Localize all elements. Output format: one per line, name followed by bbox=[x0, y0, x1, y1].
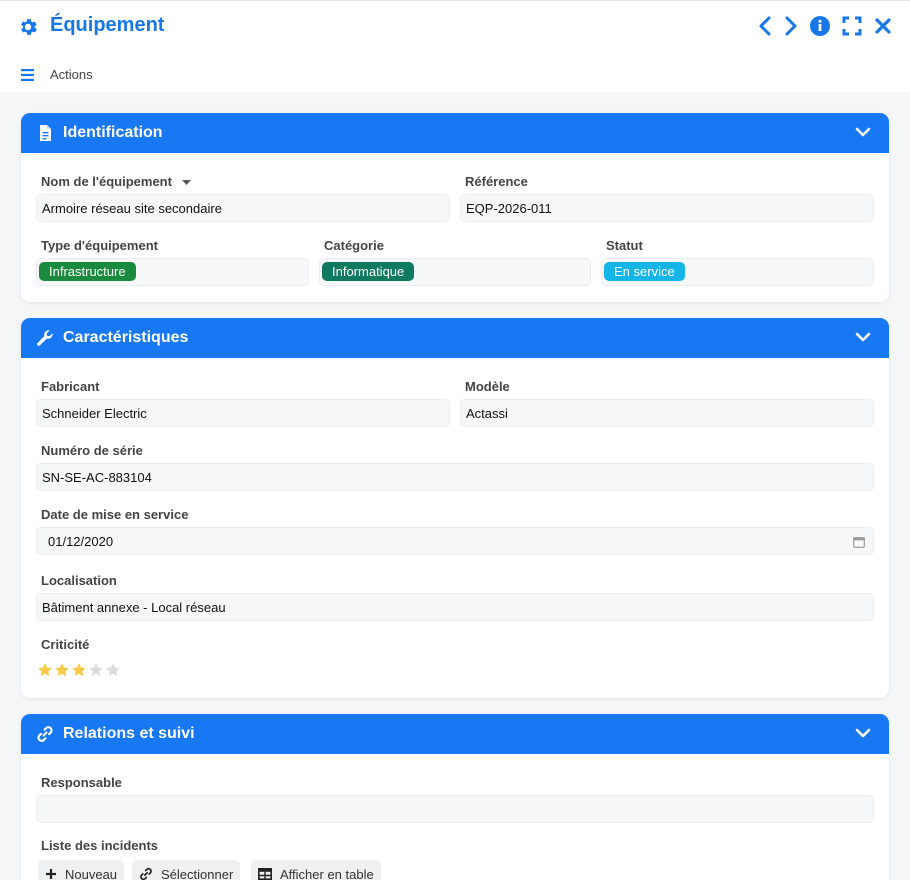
responsible-field[interactable] bbox=[36, 795, 874, 823]
menu-icon[interactable] bbox=[21, 68, 34, 81]
gear-icon bbox=[21, 19, 37, 35]
actions-label[interactable]: Actions bbox=[50, 67, 93, 82]
star-icon[interactable] bbox=[71, 662, 87, 678]
window-header: Équipement Actions bbox=[0, 0, 910, 92]
section-header-caracteristiques[interactable]: Caractéristiques bbox=[21, 318, 889, 358]
serial-label: Numéro de série bbox=[41, 443, 143, 458]
window-title: Équipement bbox=[50, 14, 165, 36]
calendar-icon[interactable] bbox=[853, 536, 865, 548]
section-identification: Identification Nom de l'équipement Armoi… bbox=[21, 113, 889, 302]
location-field[interactable]: Bâtiment annexe - Local réseau bbox=[36, 593, 874, 621]
status-field[interactable]: En service bbox=[601, 258, 874, 286]
table-view-button[interactable]: Afficher en table bbox=[251, 860, 381, 880]
new-incident-button[interactable]: Nouveau bbox=[38, 860, 125, 880]
chevron-down-icon[interactable] bbox=[855, 727, 871, 739]
section-header-relations[interactable]: Relations et suivi bbox=[21, 714, 889, 754]
select-button-label: Sélectionner bbox=[161, 866, 234, 880]
actions-menu[interactable]: Actions bbox=[21, 67, 93, 82]
section-title: Relations et suivi bbox=[63, 725, 195, 742]
table-button-label: Afficher en table bbox=[280, 866, 374, 880]
caret-down-icon[interactable] bbox=[181, 179, 191, 186]
status-chip: En service bbox=[604, 262, 685, 281]
star-icon[interactable] bbox=[105, 662, 121, 678]
section-title: Identification bbox=[63, 124, 163, 141]
link-icon bbox=[37, 726, 53, 742]
section-header-identification[interactable]: Identification bbox=[21, 113, 889, 153]
table-icon bbox=[258, 868, 272, 880]
ref-label: Référence bbox=[465, 174, 528, 189]
category-label: Catégorie bbox=[324, 238, 384, 253]
type-field[interactable]: Infrastructure bbox=[36, 258, 309, 286]
date-field[interactable]: 01/12/2020 bbox=[36, 527, 874, 555]
ref-field[interactable]: EQP-2026-011 bbox=[460, 194, 874, 222]
serial-field[interactable]: SN-SE-AC-883104 bbox=[36, 463, 874, 491]
date-value: 01/12/2020 bbox=[48, 534, 114, 549]
select-incident-button[interactable]: Sélectionner bbox=[132, 860, 241, 880]
plus-icon bbox=[46, 869, 56, 879]
type-label: Type d'équipement bbox=[41, 238, 158, 253]
location-label: Localisation bbox=[41, 573, 117, 588]
chevron-right-icon[interactable] bbox=[784, 16, 798, 36]
criticality-rating[interactable] bbox=[37, 662, 127, 678]
manufacturer-label: Fabricant bbox=[41, 379, 100, 394]
name-label: Nom de l'équipement bbox=[41, 174, 191, 189]
criticality-label: Criticité bbox=[41, 637, 90, 652]
info-icon[interactable] bbox=[810, 16, 830, 36]
type-chip: Infrastructure bbox=[39, 262, 136, 281]
date-label: Date de mise en service bbox=[41, 507, 189, 522]
fullscreen-icon[interactable] bbox=[842, 16, 862, 36]
wrench-icon bbox=[37, 330, 53, 346]
star-icon[interactable] bbox=[54, 662, 70, 678]
manufacturer-field[interactable]: Schneider Electric bbox=[36, 399, 450, 427]
incidents-label: Liste des incidents bbox=[41, 838, 159, 853]
responsible-label: Responsable bbox=[41, 775, 122, 790]
category-field[interactable]: Informatique bbox=[319, 258, 591, 286]
chevron-down-icon[interactable] bbox=[855, 126, 871, 138]
model-label: Modèle bbox=[465, 379, 510, 394]
star-icon[interactable] bbox=[88, 662, 104, 678]
star-icon[interactable] bbox=[37, 662, 53, 678]
category-chip: Informatique bbox=[322, 262, 415, 281]
chevron-down-icon[interactable] bbox=[855, 331, 871, 343]
section-caracteristiques: Caractéristiques Fabricant Schneider Ele… bbox=[21, 318, 889, 698]
section-title: Caractéristiques bbox=[63, 329, 189, 346]
close-icon[interactable] bbox=[874, 17, 892, 35]
model-field[interactable]: Actassi bbox=[460, 399, 874, 427]
document-icon bbox=[40, 125, 51, 141]
section-relations: Relations et suivi Responsable Liste des… bbox=[21, 714, 889, 880]
new-button-label: Nouveau bbox=[65, 866, 118, 880]
link-icon bbox=[140, 867, 152, 880]
status-label: Statut bbox=[606, 238, 643, 253]
chevron-left-icon[interactable] bbox=[758, 16, 772, 36]
name-field[interactable]: Armoire réseau site secondaire bbox=[36, 194, 450, 222]
